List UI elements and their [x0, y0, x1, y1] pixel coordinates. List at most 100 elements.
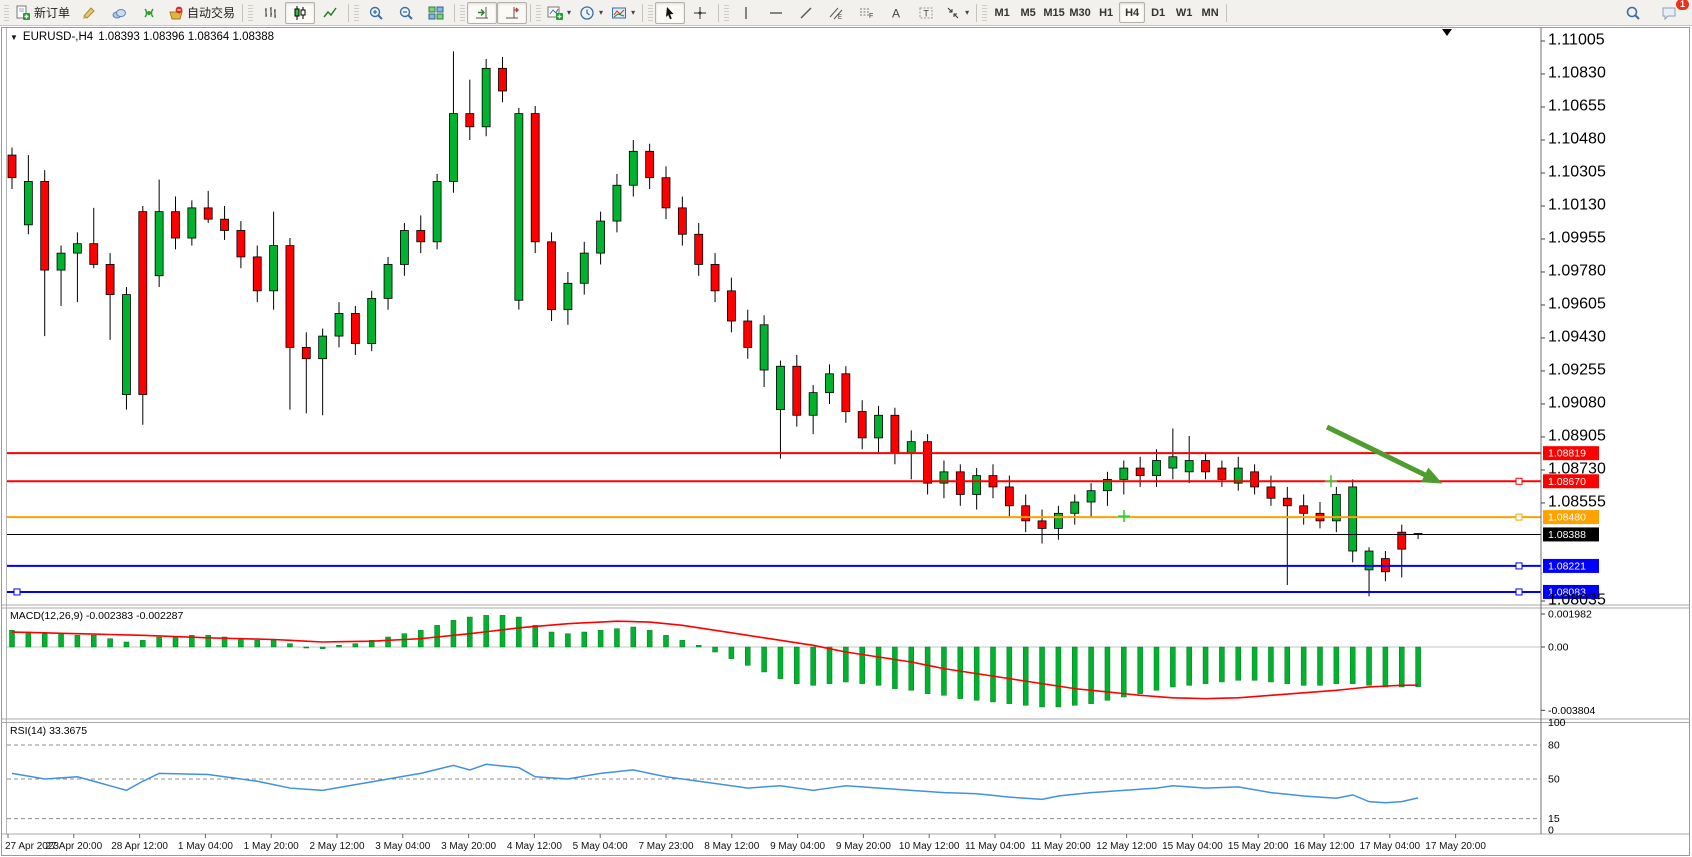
chart-shift-button[interactable] — [497, 2, 527, 24]
toolbar-group-handle[interactable] — [648, 5, 653, 21]
time-tick-label: 4 May 12:00 — [507, 841, 562, 852]
macd-histogram-bar — [1154, 647, 1159, 690]
timeframe-button-d1[interactable]: D1 — [1145, 2, 1171, 23]
candle-body — [956, 472, 964, 495]
candle-body — [1022, 506, 1030, 521]
zoom-in-button[interactable] — [361, 2, 391, 24]
horizontal-line-button[interactable] — [761, 2, 791, 24]
line-handle[interactable] — [1516, 589, 1522, 595]
macd-histogram-bar — [1301, 647, 1306, 685]
candle-body — [760, 325, 768, 370]
toolbar-group-handle[interactable] — [536, 5, 541, 21]
price-tick-label: 1.09430 — [1548, 328, 1606, 345]
macd-histogram-bar — [713, 647, 718, 652]
fibonacci-button[interactable]: F — [851, 2, 881, 24]
time-tick-label: 7 May 23:00 — [638, 841, 693, 852]
candle-body — [973, 476, 981, 495]
timeframe-button-h4[interactable]: H4 — [1119, 2, 1145, 23]
line-handle[interactable] — [1516, 478, 1522, 484]
candlestick-icon — [292, 5, 308, 21]
cursor-button[interactable] — [655, 2, 685, 24]
toolbar-separator — [718, 4, 719, 22]
macd-histogram-bar — [1318, 647, 1323, 685]
candle-body — [172, 212, 180, 238]
signal-button[interactable] — [134, 2, 164, 24]
line-handle[interactable] — [1516, 514, 1522, 520]
crosshair-button[interactable] — [685, 2, 715, 24]
macd-histogram-bar — [287, 644, 292, 647]
candle-body — [1005, 487, 1013, 506]
candle-body — [531, 114, 539, 242]
candle-body — [744, 321, 752, 347]
arrows-button[interactable]: ▾ — [941, 2, 973, 24]
chart-canvas[interactable]: 1.088191.086701.084801.083881.082211.080… — [0, 0, 1692, 857]
paint-button[interactable] — [74, 2, 104, 24]
toolbar-group-handle[interactable] — [4, 5, 9, 21]
price-tick-label: 1.10480 — [1548, 130, 1606, 147]
text-button[interactable]: A — [881, 2, 911, 24]
time-tick-label: 3 May 20:00 — [441, 841, 496, 852]
candle-body — [1365, 551, 1373, 570]
candle-body — [776, 366, 784, 409]
timeframe-button-m1[interactable]: M1 — [989, 2, 1015, 23]
search-button[interactable] — [1618, 2, 1648, 24]
templates-button[interactable]: ▾ — [607, 2, 639, 24]
toolbar-separator — [1226, 4, 1227, 22]
price-tick-label: 1.10130 — [1548, 196, 1606, 213]
macd-histogram-bar — [549, 632, 554, 647]
svg-text:A: A — [892, 6, 900, 20]
channel-button[interactable]: E — [821, 2, 851, 24]
candle-body — [1038, 521, 1046, 529]
toolbar-group-handle[interactable] — [460, 5, 465, 21]
timeframe-button-m30[interactable]: M30 — [1067, 2, 1093, 23]
candle-body — [302, 347, 310, 358]
macd-histogram-bar — [892, 647, 897, 689]
crosshair-icon — [692, 5, 708, 21]
time-tick-label: 2 May 12:00 — [309, 841, 364, 852]
chat-button[interactable]: 1 — [1654, 2, 1684, 24]
timeframe-button-mn[interactable]: MN — [1197, 2, 1223, 23]
line-handle[interactable] — [1516, 563, 1522, 569]
timeframe-button-w1[interactable]: W1 — [1171, 2, 1197, 23]
bar-chart-button[interactable] — [255, 2, 285, 24]
candle-body — [1251, 472, 1259, 487]
timeframe-button-m5[interactable]: M5 — [1015, 2, 1041, 23]
macd-histogram-bar — [1170, 647, 1175, 687]
new-order-button[interactable]: 新订单 — [11, 2, 74, 24]
text-label-button[interactable]: T — [911, 2, 941, 24]
toolbar-group-handle[interactable] — [982, 5, 987, 21]
macd-histogram-bar — [565, 634, 570, 647]
line-handle[interactable] — [14, 589, 20, 595]
toolbar-right-group: 1 — [1618, 2, 1684, 24]
candlestick-button[interactable] — [285, 2, 315, 24]
cloud-button[interactable] — [104, 2, 134, 24]
candle-body — [106, 264, 114, 294]
trendline-button[interactable] — [791, 2, 821, 24]
zoom-out-button[interactable] — [391, 2, 421, 24]
macd-histogram-bar — [631, 627, 636, 647]
macd-histogram-bar — [1040, 647, 1045, 707]
indicators-button[interactable]: ▾ — [543, 2, 575, 24]
toolbar-group-handle[interactable] — [354, 5, 359, 21]
auto-scroll-button[interactable] — [467, 2, 497, 24]
candle-body — [449, 114, 457, 182]
vertical-line-button[interactable] — [731, 2, 761, 24]
price-line-label: 1.08480 — [1548, 512, 1586, 524]
macd-histogram-bar — [304, 647, 309, 648]
timeframe-button-h1[interactable]: H1 — [1093, 2, 1119, 23]
candle-body — [286, 246, 294, 348]
periods-button[interactable]: ▾ — [575, 2, 607, 24]
candle-body — [1267, 487, 1275, 498]
zoom-in-icon — [368, 5, 384, 21]
macd-histogram-bar — [451, 620, 456, 647]
timeframe-button-m15[interactable]: M15 — [1041, 2, 1067, 23]
toolbar-group-handle[interactable] — [724, 5, 729, 21]
candle-body — [351, 313, 359, 343]
price-tick-label: 1.10305 — [1548, 163, 1606, 180]
macd-histogram-bar — [1285, 647, 1290, 684]
line-chart-button[interactable] — [315, 2, 345, 24]
macd-histogram-bar — [533, 625, 538, 647]
toolbar-group-handle[interactable] — [248, 5, 253, 21]
tile-windows-button[interactable] — [421, 2, 451, 24]
auto-trading-button[interactable]: 自动交易 — [164, 2, 239, 24]
